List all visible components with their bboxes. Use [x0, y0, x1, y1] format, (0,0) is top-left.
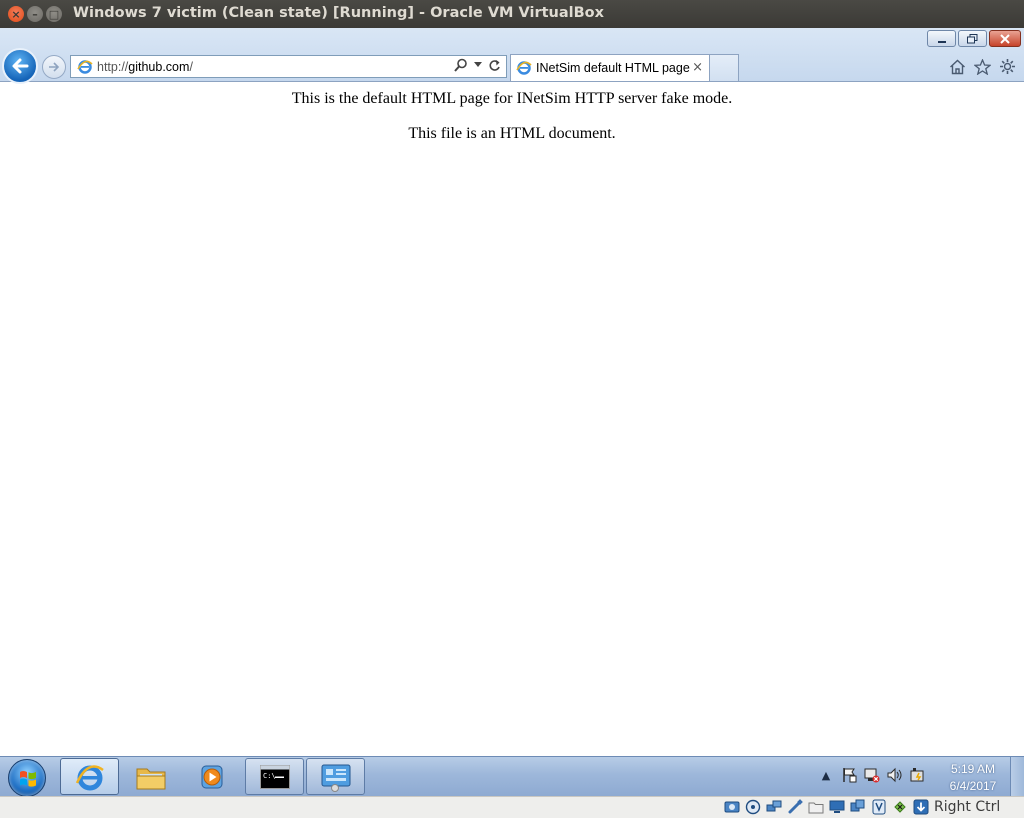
host-minimize-button[interactable]: – — [27, 6, 43, 22]
new-tab-button[interactable] — [710, 54, 739, 81]
host-key-label: Right Ctrl — [934, 799, 1001, 815]
ie-tab-icon — [516, 60, 532, 76]
volume-icon[interactable] — [887, 767, 903, 783]
close-icon: × — [11, 7, 21, 21]
back-button[interactable] — [2, 48, 38, 84]
forward-button[interactable] — [42, 55, 66, 79]
close-icon — [1000, 33, 1010, 44]
host-close-button[interactable]: × — [8, 6, 24, 22]
restore-icon — [967, 33, 978, 43]
clock-time: 5:19 AM — [950, 762, 996, 776]
browser-toolbar: http://github.com/ INetSim default HTML … — [0, 28, 1024, 84]
show-desktop-button[interactable] — [1010, 757, 1024, 797]
network-adapter-icon[interactable] — [766, 799, 782, 815]
windows-logo-icon — [20, 771, 36, 787]
usb-icon[interactable] — [787, 799, 803, 815]
mouse-integration-icon[interactable] — [892, 799, 908, 815]
minimize-icon: – — [32, 7, 38, 21]
guest-restore-button[interactable] — [958, 30, 987, 47]
shared-folders-icon[interactable] — [808, 799, 824, 815]
host-titlebar: × – □ Windows 7 victim (Clean state) [Ru… — [0, 0, 1024, 28]
display-icon[interactable] — [829, 799, 845, 815]
taskbar-command-prompt[interactable]: C:\ — [245, 758, 304, 795]
web-page: This is the default HTML page for INetSi… — [0, 82, 1024, 756]
tab-inetsim[interactable]: INetSim default HTML page × — [510, 54, 710, 81]
taskbar: C:\ ▲ 5:19 AM 6/4/2017 — [0, 756, 1024, 797]
url-scheme: http:// — [97, 59, 129, 74]
optical-drive-icon[interactable] — [745, 799, 761, 815]
show-hidden-icons-button[interactable]: ▲ — [818, 767, 834, 783]
svg-text:C:\: C:\ — [263, 772, 276, 780]
guest-minimize-button[interactable] — [927, 30, 956, 47]
virtualization-engine-icon[interactable] — [871, 799, 887, 815]
start-button[interactable] — [8, 759, 46, 797]
taskbar-clock[interactable]: 5:19 AM 6/4/2017 — [942, 761, 1004, 795]
network-disconnected-icon[interactable] — [864, 767, 880, 783]
guest-window-controls — [925, 30, 1021, 47]
clock-date: 6/4/2017 — [949, 779, 997, 793]
window-title: Windows 7 victim (Clean state) [Running]… — [73, 5, 604, 21]
maximize-icon: □ — [48, 7, 60, 21]
command-prompt-icon: C:\ — [259, 764, 290, 789]
taskbar-windows-explorer[interactable] — [121, 758, 180, 795]
forward-icon — [49, 62, 60, 72]
url-domain: github.com — [128, 59, 190, 74]
dropdown-arrow-icon[interactable] — [474, 62, 482, 68]
url-text[interactable]: http://github.com/ — [97, 60, 193, 74]
hard-disk-icon[interactable] — [724, 799, 740, 815]
power-icon[interactable] — [910, 767, 926, 783]
internet-explorer-icon — [75, 764, 104, 790]
guest-close-button[interactable] — [989, 30, 1021, 47]
tools-gear-icon[interactable] — [999, 58, 1016, 75]
virtualbox-status-bar: Right Ctrl — [0, 796, 1024, 818]
url-path: / — [189, 59, 193, 74]
search-icon[interactable] — [454, 58, 468, 72]
taskbar-internet-explorer[interactable] — [60, 758, 119, 795]
page-paragraph: This is the default HTML page for INetSi… — [291, 90, 733, 107]
control-panel-icon — [321, 764, 350, 792]
video-capture-icon[interactable] — [850, 799, 866, 815]
folder-icon — [136, 768, 165, 789]
media-player-icon — [201, 765, 222, 788]
taskbar-media-player[interactable] — [182, 758, 241, 795]
home-icon[interactable] — [949, 58, 966, 75]
action-center-flag-icon[interactable] — [841, 767, 857, 783]
back-icon — [12, 58, 29, 74]
refresh-icon[interactable] — [488, 59, 501, 72]
tab-close-icon[interactable]: × — [692, 60, 703, 75]
host-maximize-button[interactable]: □ — [46, 6, 62, 22]
page-paragraph: This file is an HTML document. — [408, 125, 616, 142]
tab-label: INetSim default HTML page — [536, 61, 690, 75]
favorites-star-icon[interactable] — [974, 58, 991, 75]
taskbar-control-panel[interactable] — [306, 758, 365, 795]
ie-page-icon — [77, 59, 93, 75]
address-bar[interactable]: http://github.com/ — [70, 55, 507, 78]
notification-area: ▲ — [818, 767, 926, 783]
keyboard-capture-icon[interactable] — [913, 799, 929, 815]
minimize-icon — [937, 40, 946, 43]
